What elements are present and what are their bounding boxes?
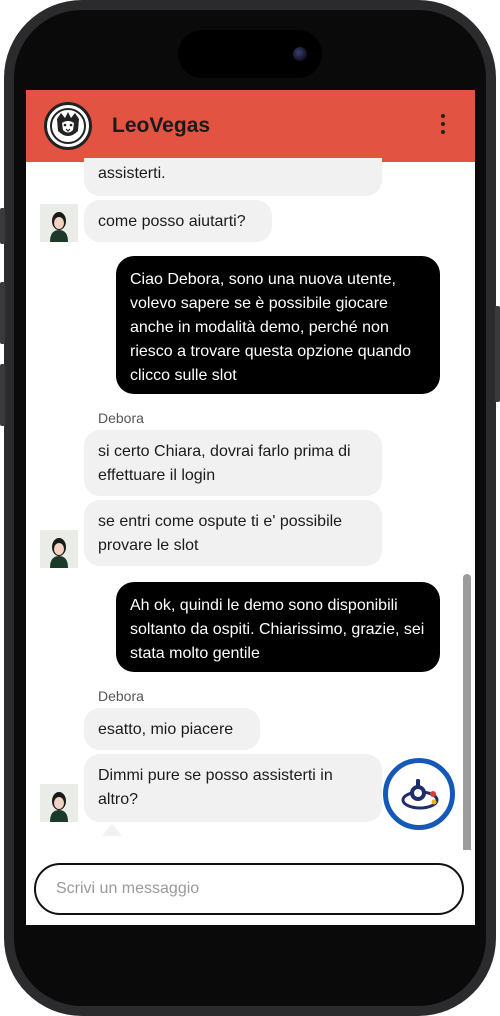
volume-down-button	[0, 364, 5, 426]
user-message: Ciao Debora, sono una nuova utente, vole…	[116, 256, 440, 394]
volume-up-button	[0, 282, 5, 344]
agent-message: si certo Chiara, dovrai farlo prima di e…	[84, 430, 382, 496]
chat-header: LeoVegas	[26, 90, 475, 162]
agent-message: assisterti.	[84, 158, 382, 196]
user-message: Ah ok, quindi le demo sono disponibili s…	[116, 582, 440, 672]
agent-message: come posso aiutarti?	[84, 200, 272, 242]
agent-message: Dimmi pure se posso assisterti in altro?	[84, 754, 382, 822]
message-input[interactable]	[34, 863, 464, 915]
assistant-widget-icon[interactable]	[383, 758, 455, 830]
power-button	[495, 306, 500, 402]
bubble-tail	[102, 824, 122, 836]
sender-name: Debora	[98, 410, 144, 426]
agent-avatar	[40, 784, 78, 822]
front-camera	[293, 47, 307, 61]
kebab-menu-icon[interactable]	[439, 114, 447, 138]
brand-name: LeoVegas	[112, 114, 211, 137]
chat-screen: LeoVegas assisterti. come posso aiutarti…	[26, 90, 475, 925]
composer	[26, 850, 475, 925]
lion-logo-icon	[44, 102, 92, 150]
action-button	[0, 208, 5, 244]
agent-message: esatto, mio piacere	[84, 708, 260, 750]
sender-name: Debora	[98, 688, 144, 704]
agent-message: se entri come ospute ti e' possibile pro…	[84, 500, 382, 566]
agent-avatar	[40, 530, 78, 568]
agent-avatar	[40, 204, 78, 242]
